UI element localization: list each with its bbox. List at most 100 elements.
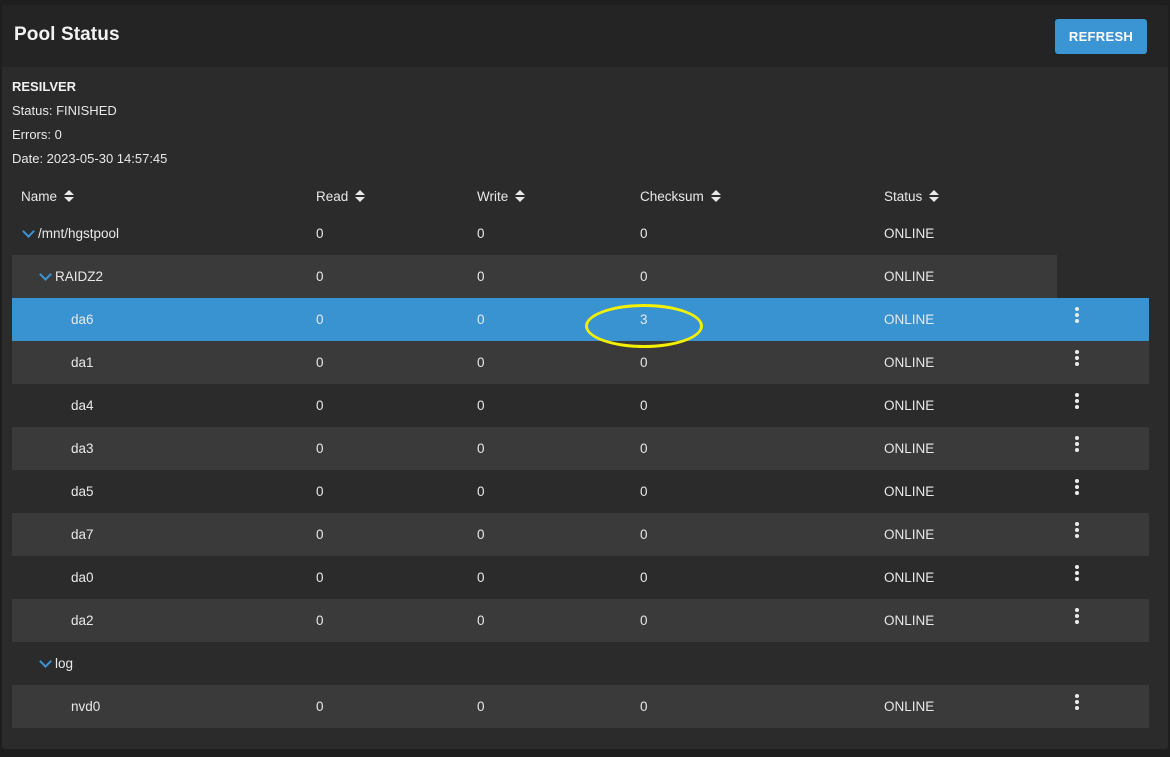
name-cell: /mnt/hgstpool <box>22 212 120 255</box>
sort-updown-icon[interactable] <box>515 189 526 204</box>
write-cell: 0 <box>477 527 485 542</box>
scan-status: Status: FINISHED <box>12 103 117 118</box>
table-row-disk[interactable]: da4 0 0 0 ONLINE <box>12 384 1149 427</box>
column-header-checksum[interactable]: Checksum <box>640 189 721 204</box>
column-header-status-label: Status <box>884 189 923 204</box>
sort-updown-icon[interactable] <box>929 189 940 204</box>
pool-tree-table: /mnt/hgstpool 0 0 0 ONLINE RAIDZ2 0 0 0 … <box>12 212 1149 728</box>
write-cell: 0 <box>477 355 485 370</box>
table-row-vdev[interactable]: RAIDZ2 0 0 0 ONLINE <box>12 255 1149 298</box>
chevron-down-icon[interactable] <box>39 654 52 668</box>
more-vert-icon[interactable] <box>1072 393 1082 413</box>
read-cell: 0 <box>316 570 324 585</box>
read-cell: 0 <box>316 226 324 241</box>
table-header: Name Read Write Checksum Status <box>12 182 1149 212</box>
status-cell: ONLINE <box>884 355 935 370</box>
checksum-cell: 0 <box>640 398 648 413</box>
page-title: Pool Status <box>14 24 120 45</box>
column-header-read-label: Read <box>316 189 349 204</box>
status-cell: ONLINE <box>884 699 935 714</box>
status-cell: ONLINE <box>884 484 935 499</box>
scan-info: RESILVER Status: FINISHED Errors: 0 Date… <box>12 75 167 171</box>
column-header-status[interactable]: Status <box>884 189 940 204</box>
sort-updown-icon[interactable] <box>64 189 75 204</box>
row-name: RAIDZ2 <box>55 269 104 284</box>
read-cell: 0 <box>316 527 324 542</box>
table-row-disk-selected[interactable]: da6 0 0 3 ONLINE <box>12 298 1149 341</box>
more-vert-icon[interactable] <box>1072 350 1082 370</box>
sort-updown-icon[interactable] <box>710 189 721 204</box>
table-row-disk[interactable]: da3 0 0 0 ONLINE <box>12 427 1149 470</box>
checksum-cell: 0 <box>640 570 648 585</box>
read-cell: 0 <box>316 613 324 628</box>
write-cell: 0 <box>477 570 485 585</box>
status-cell: ONLINE <box>884 269 935 284</box>
column-header-name[interactable]: Name <box>21 189 75 204</box>
table-row-disk[interactable]: da2 0 0 0 ONLINE <box>12 599 1149 642</box>
row-name: nvd0 <box>71 699 101 714</box>
chevron-down-icon[interactable] <box>39 267 52 281</box>
name-cell: RAIDZ2 <box>39 255 104 298</box>
row-name: da0 <box>71 570 94 585</box>
more-vert-icon[interactable] <box>1072 608 1082 628</box>
read-cell: 0 <box>316 355 324 370</box>
more-vert-icon[interactable] <box>1072 522 1082 542</box>
write-cell: 0 <box>477 484 485 499</box>
write-cell: 0 <box>477 398 485 413</box>
column-header-name-label: Name <box>21 189 58 204</box>
column-header-write[interactable]: Write <box>477 189 526 204</box>
row-name: da3 <box>71 441 94 456</box>
status-cell: ONLINE <box>884 312 935 327</box>
checksum-cell: 0 <box>640 699 648 714</box>
status-cell: ONLINE <box>884 570 935 585</box>
checksum-cell: 3 <box>640 312 648 327</box>
row-name: da5 <box>71 484 94 499</box>
row-name: log <box>55 656 74 671</box>
status-cell: ONLINE <box>884 441 935 456</box>
read-cell: 0 <box>316 269 324 284</box>
column-header-read[interactable]: Read <box>316 189 366 204</box>
table-row-disk[interactable]: da0 0 0 0 ONLINE <box>12 556 1149 599</box>
checksum-cell: 0 <box>640 355 648 370</box>
checksum-cell: 0 <box>640 613 648 628</box>
status-cell: ONLINE <box>884 613 935 628</box>
row-name: da1 <box>71 355 94 370</box>
row-name: da6 <box>71 312 94 327</box>
write-cell: 0 <box>477 699 485 714</box>
checksum-cell: 0 <box>640 441 648 456</box>
column-header-checksum-label: Checksum <box>640 189 704 204</box>
checksum-cell: 0 <box>640 484 648 499</box>
name-cell: log <box>39 642 74 685</box>
sort-updown-icon[interactable] <box>355 189 366 204</box>
read-cell: 0 <box>316 484 324 499</box>
scan-errors: Errors: 0 <box>12 127 62 142</box>
table-row-disk[interactable]: da7 0 0 0 ONLINE <box>12 513 1149 556</box>
more-vert-icon[interactable] <box>1072 436 1082 456</box>
more-vert-icon[interactable] <box>1072 479 1082 499</box>
table-row-disk[interactable]: da1 0 0 0 ONLINE <box>12 341 1149 384</box>
refresh-button[interactable]: REFRESH <box>1055 19 1147 54</box>
read-cell: 0 <box>316 398 324 413</box>
row-name: /mnt/hgstpool <box>38 226 120 241</box>
read-cell: 0 <box>316 699 324 714</box>
table-row-log-group[interactable]: log <box>12 642 1149 685</box>
write-cell: 0 <box>477 269 485 284</box>
table-row-pool[interactable]: /mnt/hgstpool 0 0 0 ONLINE <box>12 212 1149 255</box>
read-cell: 0 <box>316 441 324 456</box>
chevron-down-icon[interactable] <box>22 224 35 238</box>
status-cell: ONLINE <box>884 398 935 413</box>
table-row-disk[interactable]: nvd0 0 0 0 ONLINE <box>12 685 1149 728</box>
status-cell: ONLINE <box>884 226 935 241</box>
read-cell: 0 <box>316 312 324 327</box>
more-vert-icon[interactable] <box>1072 694 1082 714</box>
write-cell: 0 <box>477 312 485 327</box>
row-name: da7 <box>71 527 94 542</box>
row-name: da4 <box>71 398 94 413</box>
more-vert-icon[interactable] <box>1072 307 1082 327</box>
checksum-cell: 0 <box>640 226 648 241</box>
more-vert-icon[interactable] <box>1072 565 1082 585</box>
write-cell: 0 <box>477 226 485 241</box>
table-row-disk[interactable]: da5 0 0 0 ONLINE <box>12 470 1149 513</box>
write-cell: 0 <box>477 613 485 628</box>
checksum-cell: 0 <box>640 269 648 284</box>
